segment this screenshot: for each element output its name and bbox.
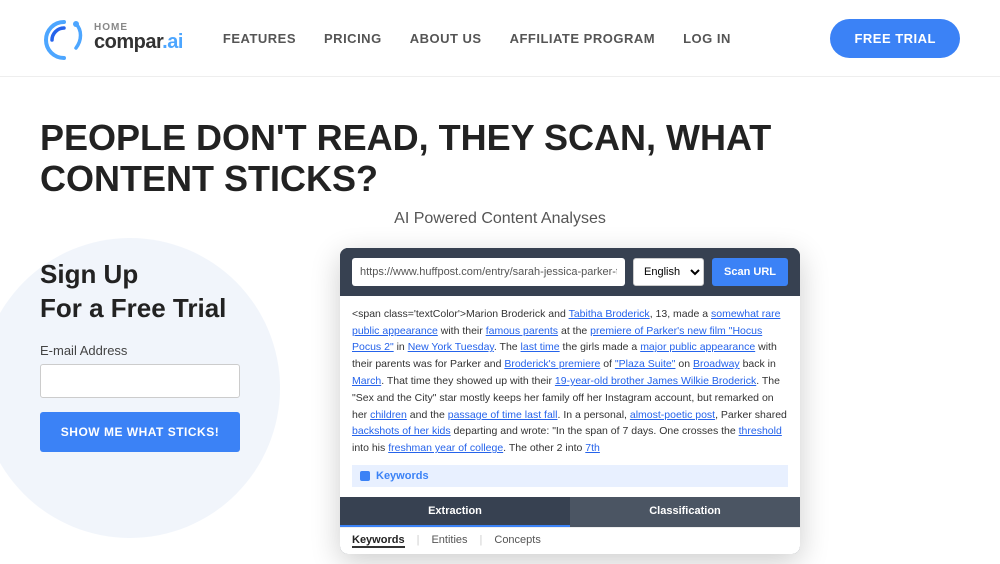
article-text: <span class='textColor'>Marion Broderick… bbox=[352, 306, 788, 457]
nav-login[interactable]: LOG IN bbox=[683, 31, 731, 46]
language-select[interactable]: English bbox=[633, 258, 704, 286]
app-toolbar: English Scan URL bbox=[340, 248, 800, 296]
logo-text: HOME compar.ai bbox=[94, 22, 183, 54]
tab-classification[interactable]: Classification bbox=[570, 497, 800, 527]
logo-part1: compar bbox=[94, 31, 162, 53]
nav-about[interactable]: ABOUT US bbox=[410, 31, 482, 46]
logo-icon bbox=[40, 14, 88, 62]
app-article-content: <span class='textColor'>Marion Broderick… bbox=[340, 296, 800, 497]
nav-pricing[interactable]: PRICING bbox=[324, 31, 382, 46]
main-nav: FEATURES PRICING ABOUT US AFFILIATE PROG… bbox=[223, 31, 831, 46]
url-input[interactable] bbox=[352, 258, 625, 286]
signup-form-area: Sign Up For a Free Trial E-mail Address … bbox=[40, 258, 300, 564]
nav-affiliate[interactable]: AFFILIATE PROGRAM bbox=[510, 31, 655, 46]
hero-content: Sign Up For a Free Trial E-mail Address … bbox=[40, 258, 960, 564]
keywords-bar: Keywords bbox=[352, 465, 788, 487]
logo-part2: .ai bbox=[162, 31, 183, 53]
keywords-dot-icon bbox=[360, 471, 370, 481]
signup-title: Sign Up For a Free Trial bbox=[40, 258, 300, 326]
app-demo-area: English Scan URL <span class='textColor'… bbox=[340, 248, 960, 554]
hero-subheadline: AI Powered Content Analyses bbox=[40, 210, 960, 228]
email-input[interactable] bbox=[40, 364, 240, 398]
scan-url-button[interactable]: Scan URL bbox=[712, 258, 788, 286]
tab-extraction[interactable]: Extraction bbox=[340, 497, 570, 527]
hero-section: PEOPLE DON'T READ, THEY SCAN, WHAT CONTE… bbox=[0, 77, 1000, 537]
show-sticks-button[interactable]: SHOW ME WHAT STICKS! bbox=[40, 412, 240, 452]
free-trial-button[interactable]: FREE TRIAL bbox=[830, 19, 960, 58]
app-screenshot: English Scan URL <span class='textColor'… bbox=[340, 248, 800, 554]
logo[interactable]: HOME compar.ai bbox=[40, 14, 183, 62]
sub-tabs-bar: Keywords | Entities | Concepts bbox=[340, 527, 800, 554]
email-label: E-mail Address bbox=[40, 343, 300, 358]
header: HOME compar.ai FEATURES PRICING ABOUT US… bbox=[0, 0, 1000, 77]
nav-features[interactable]: FEATURES bbox=[223, 31, 296, 46]
keywords-label: Keywords bbox=[376, 470, 429, 482]
analysis-tabs: Extraction Classification bbox=[340, 497, 800, 527]
hero-headline: PEOPLE DON'T READ, THEY SCAN, WHAT CONTE… bbox=[40, 117, 940, 200]
